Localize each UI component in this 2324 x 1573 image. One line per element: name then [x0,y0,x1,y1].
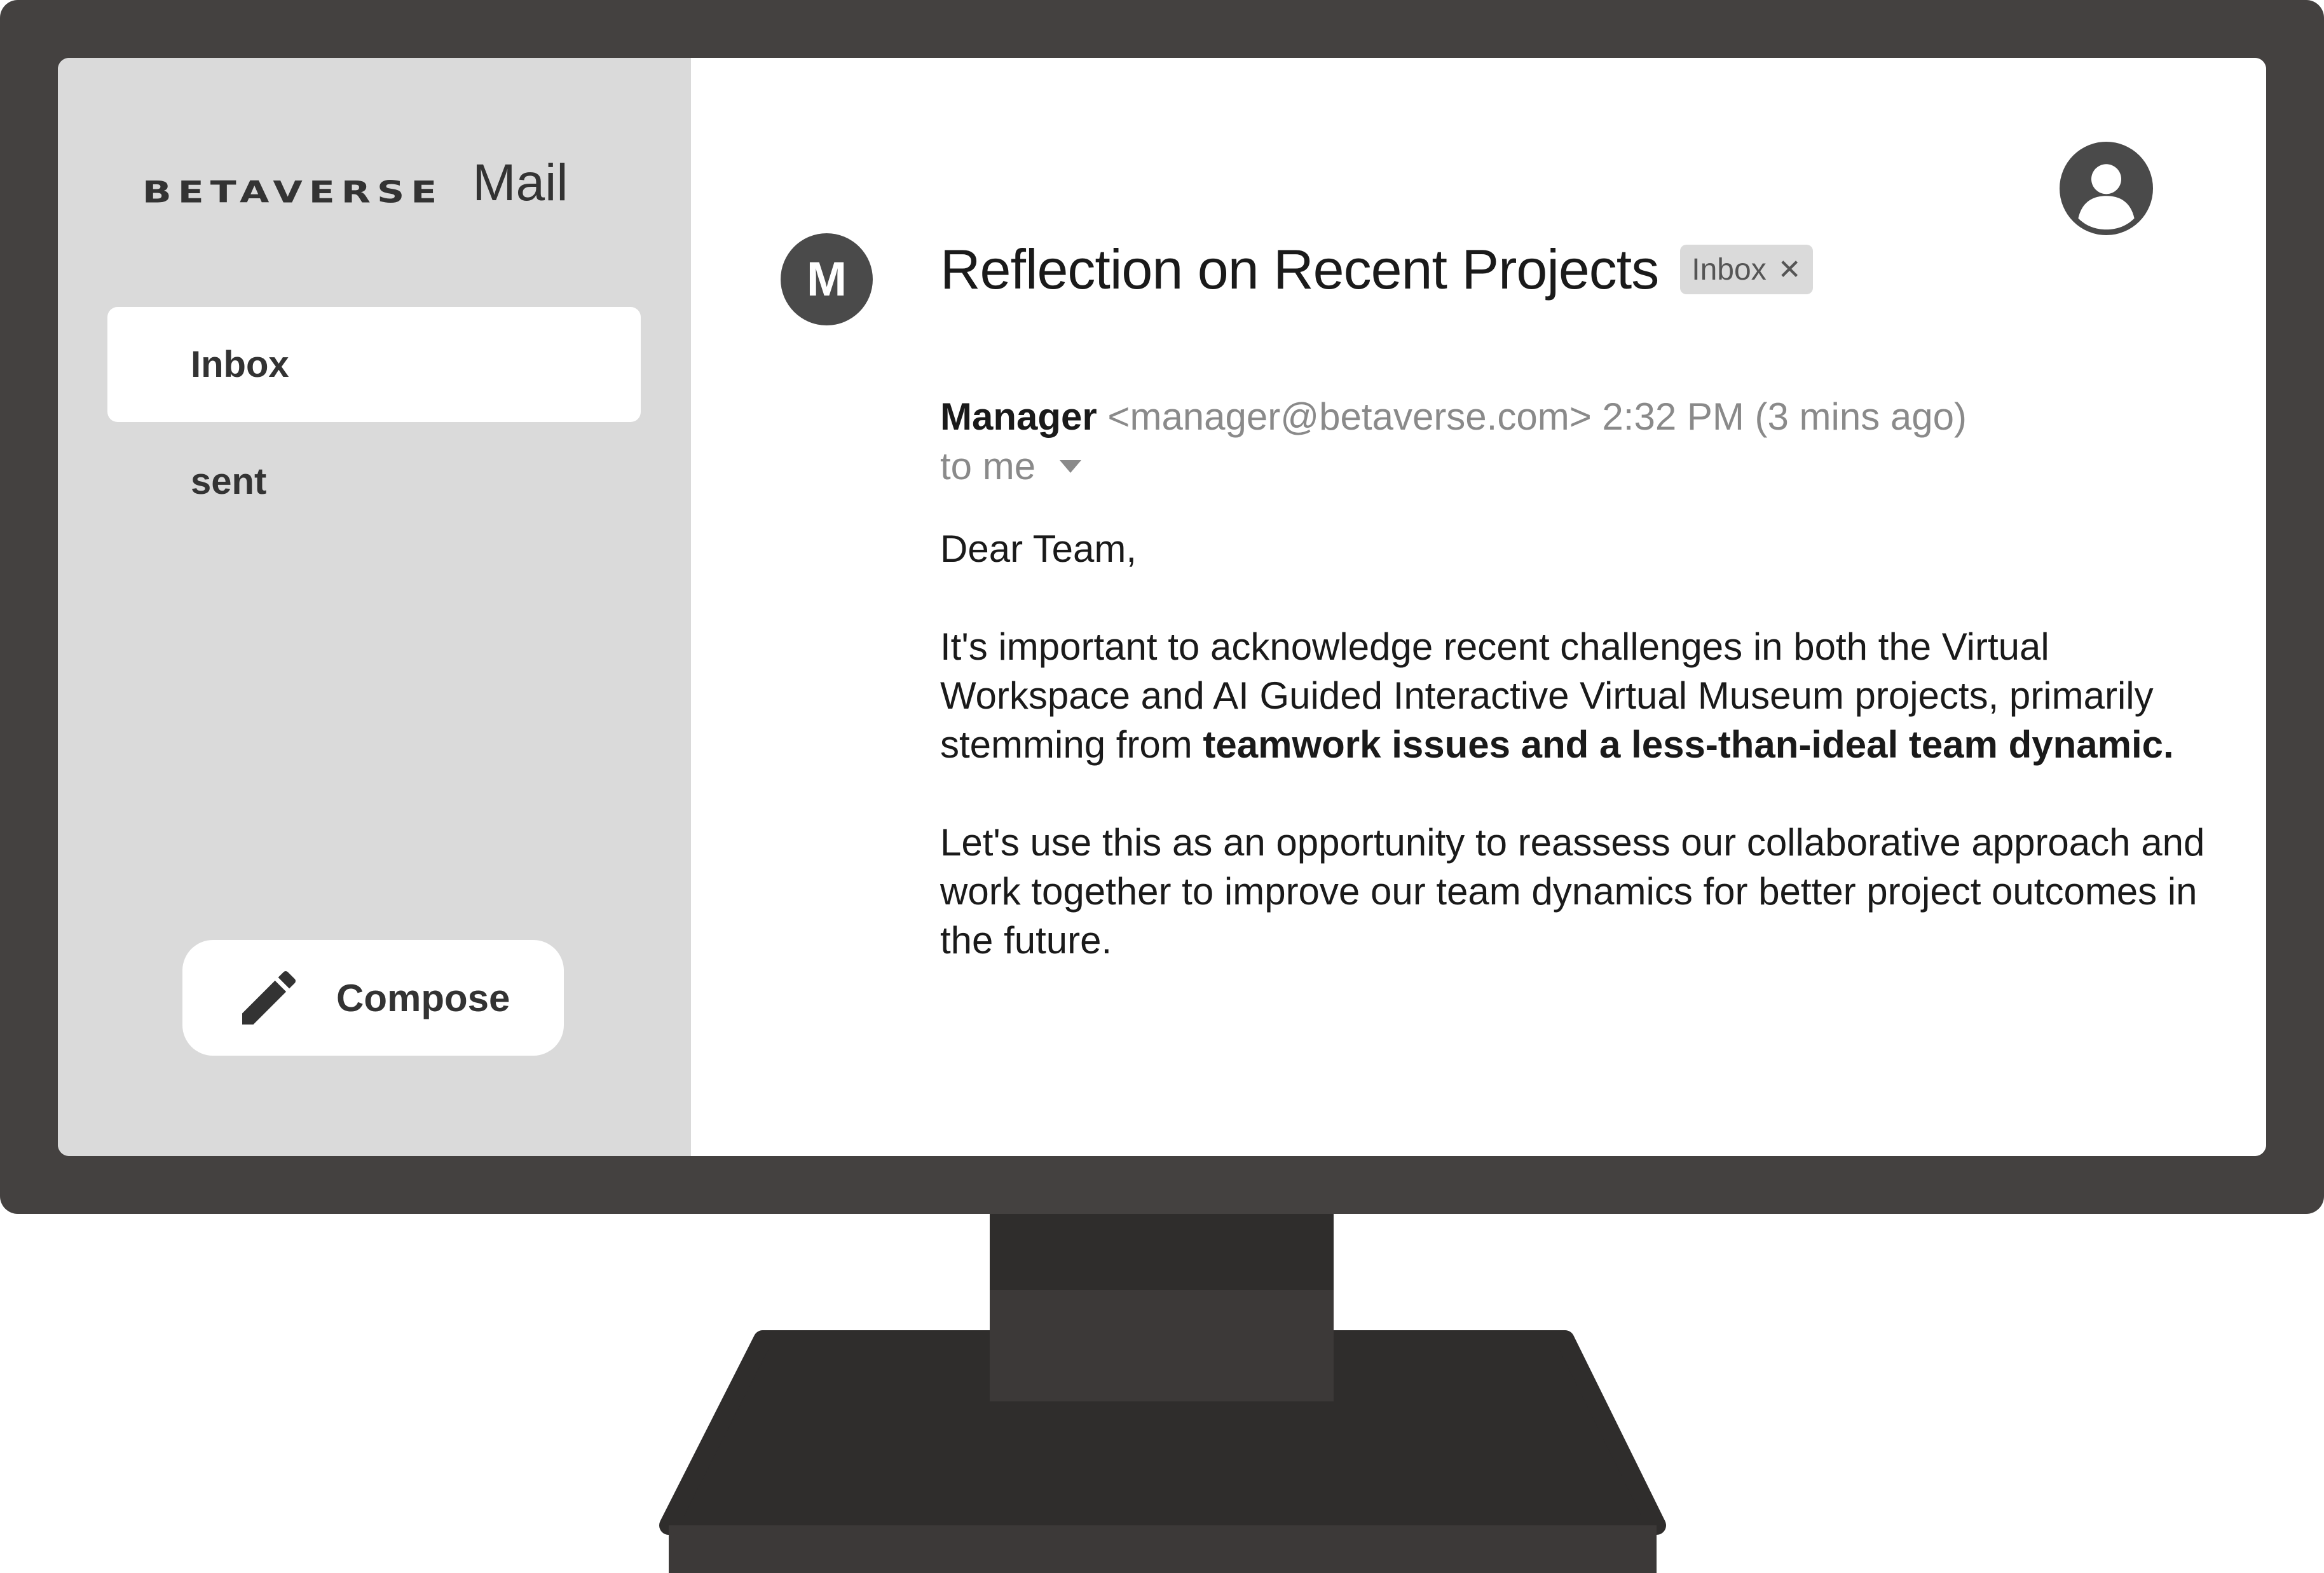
recipient-toggle[interactable]: to me [940,444,1082,488]
close-icon[interactable]: ✕ [1778,254,1801,286]
account-circle-icon[interactable] [2060,142,2153,235]
recipient-label: to me [940,445,1036,487]
sidebar-item-label: Inbox [191,344,289,385]
pencil-icon [242,970,296,1025]
monitor-neck-lower [990,1290,1334,1401]
sender-name: Manager [940,395,1097,438]
sidebar: BETAVERSE Mail Inbox sent Compose [58,58,691,1156]
sender-email: <manager@betaverse.com> [1107,395,1592,438]
caret-down-icon [1060,460,1082,473]
sidebar-item-label: sent [191,461,267,502]
sender-avatar: M [781,233,873,325]
app-name: Mail [472,154,568,212]
label-tag: Inbox ✕ [1680,245,1813,294]
mail-app-window: BETAVERSE Mail Inbox sent Compose M Refl… [58,58,2266,1156]
monitor: BETAVERSE Mail Inbox sent Compose M Refl… [0,0,2324,1573]
monitor-bezel: BETAVERSE Mail Inbox sent Compose M Refl… [0,0,2324,1214]
brand: BETAVERSE Mail [142,153,568,213]
message-view: M Reflection on Recent Projects Inbox ✕ … [691,58,2266,1156]
sender-info: Manager <manager@betaverse.com> 2:32 PM … [940,395,1967,439]
brand-logo: BETAVERSE [142,175,444,210]
sidebar-item-inbox[interactable]: Inbox [107,307,641,422]
email-paragraph: Let's use this as an opportunity to reas… [940,821,2205,962]
compose-button[interactable]: Compose [182,940,564,1056]
monitor-neck [990,1214,1334,1290]
email-subject: Reflection on Recent Projects [940,238,1659,301]
email-paragraph: It's important to acknowledge recent cha… [940,622,2205,769]
sidebar-item-sent[interactable]: sent [107,424,641,539]
email-time: 2:32 PM (3 mins ago) [1602,395,1967,438]
paragraph-emphasis: teamwork issues and a less-than-ideal te… [1203,723,2174,766]
label-tag-text: Inbox [1692,252,1767,287]
subject-row: Reflection on Recent Projects Inbox ✕ [940,237,1813,302]
email-body: Dear Team, It's important to acknowledge… [940,524,2205,1014]
email-greeting: Dear Team, [940,528,1137,570]
compose-label: Compose [336,976,510,1019]
